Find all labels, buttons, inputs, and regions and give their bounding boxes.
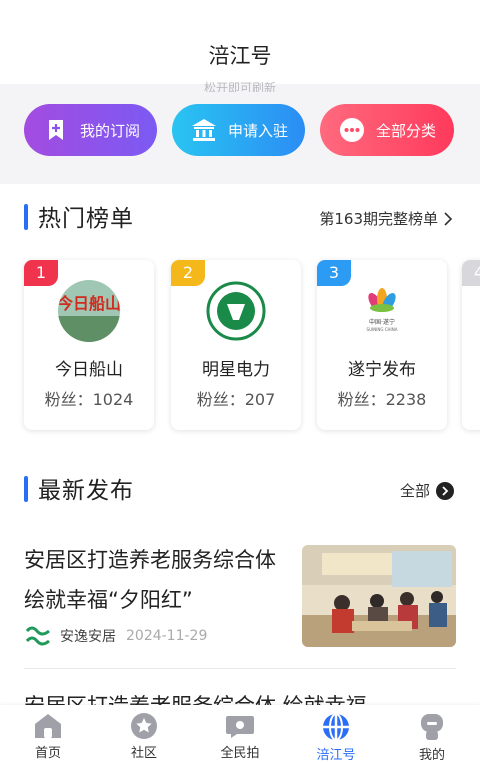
tab-fujiang[interactable]: 涪江号 <box>288 705 384 763</box>
tab-citizen-photo[interactable]: 全民拍 <box>192 705 288 763</box>
page-title: 涪江号 <box>208 44 272 68</box>
article-divider <box>24 668 456 669</box>
tab-mine[interactable]: 我的 <box>384 705 480 763</box>
quick-actions: 松开即可刷新 我的订阅 申请入驻 全部分类 <box>0 81 480 176</box>
article-title: 安居区打造养老服务综合体 绘就幸福“夕阳红” <box>24 548 276 612</box>
article-item[interactable]: 安居区打造养老服务综合体 绘就幸福“夕阳红” 安逸安居 2024-11-29 <box>24 540 456 650</box>
my-subscriptions-button[interactable]: 我的订阅 <box>24 104 157 156</box>
channel-logo: 中国·遂宁 SUINING CHINA <box>351 280 413 342</box>
svg-text:今日船山: 今日船山 <box>58 294 120 313</box>
chevron-right-icon <box>444 211 453 226</box>
section-accent-bar <box>24 476 28 502</box>
full-ranking-link[interactable]: 第163期完整榜单 <box>319 208 454 229</box>
ranking-card-1[interactable]: 1 今日船山 今日船山 粉丝：1024 <box>24 260 154 430</box>
ranking-card-2[interactable]: 2 明星电力 粉丝：207 <box>171 260 301 430</box>
tab-community[interactable]: 社区 <box>96 705 192 763</box>
tab-label: 首页 <box>34 746 61 761</box>
bottom-tab-bar: 首页 社区 全民拍 涪江号 我的 <box>0 705 480 763</box>
view-all-label: 全部 <box>399 482 430 500</box>
more-dots-icon <box>338 116 366 144</box>
channel-logo <box>205 280 267 342</box>
channel-name: 今日船山 <box>55 360 123 380</box>
hot-list-cards: 1 今日船山 今日船山 粉丝：1024 2 明星电力 粉丝：207 3 中国·遂… <box>0 260 480 430</box>
tab-home[interactable]: 首页 <box>0 705 96 763</box>
tab-label: 涪江号 <box>316 748 356 763</box>
camera-chat-icon <box>226 716 254 738</box>
institution-icon <box>190 116 218 144</box>
channel-name: 明星电力 <box>202 360 270 380</box>
tab-label: 全民拍 <box>220 746 260 761</box>
bookmark-plus-icon <box>42 116 70 144</box>
profile-icon <box>421 714 443 740</box>
channel-name: 遂宁发布 <box>348 360 416 380</box>
section-accent-bar <box>24 204 28 230</box>
fans-count: 粉丝：207 <box>196 390 276 409</box>
article-thumbnail <box>302 545 456 647</box>
svg-text:SUINING CHINA: SUINING CHINA <box>367 327 398 332</box>
latest-title: 最新发布 <box>38 478 134 504</box>
top-bar: 涪江号 <box>0 0 480 84</box>
tab-label: 我的 <box>418 748 445 763</box>
arrow-right-circle-icon <box>436 481 454 500</box>
all-categories-button[interactable]: 全部分类 <box>320 104 454 156</box>
my-subscriptions-label: 我的订阅 <box>80 121 141 140</box>
latest-header: 最新发布 全部 <box>0 468 480 508</box>
apply-join-label: 申请入驻 <box>228 121 289 140</box>
home-icon <box>35 714 61 738</box>
tab-label: 社区 <box>130 746 157 761</box>
hot-list-title: 热门榜单 <box>38 206 134 232</box>
section-divider <box>0 176 480 184</box>
apply-join-button[interactable]: 申请入驻 <box>172 104 305 156</box>
full-ranking-label: 第163期完整榜单 <box>319 210 438 228</box>
rank-badge: 4 <box>462 260 480 286</box>
globe-icon <box>323 713 349 741</box>
pull-refresh-hint: 松开即可刷新 <box>203 81 276 92</box>
all-categories-label: 全部分类 <box>376 121 437 140</box>
source-logo <box>24 622 52 650</box>
ranking-card-3[interactable]: 3 中国·遂宁 SUINING CHINA 遂宁发布 粉丝：2238 <box>317 260 447 430</box>
rank-badge: 3 <box>317 260 351 286</box>
channel-logo: 今日船山 <box>58 280 120 342</box>
rank-badge: 2 <box>171 260 205 286</box>
rank-badge: 1 <box>24 260 58 286</box>
fans-count: 粉丝：1024 <box>44 390 134 409</box>
article-meta: 安逸安居 2024-11-29 <box>24 622 207 650</box>
fans-count: 粉丝：2238 <box>337 390 427 409</box>
article-source: 安逸安居 <box>60 629 116 645</box>
article-date: 2024-11-29 <box>126 628 208 644</box>
star-badge-icon <box>131 713 157 739</box>
view-all-link[interactable]: 全部 <box>400 480 454 501</box>
ranking-card-4[interactable]: 4 <box>462 260 480 430</box>
hot-list-header: 热门榜单 第163期完整榜单 <box>0 196 480 236</box>
svg-text:中国·遂宁: 中国·遂宁 <box>369 318 395 326</box>
